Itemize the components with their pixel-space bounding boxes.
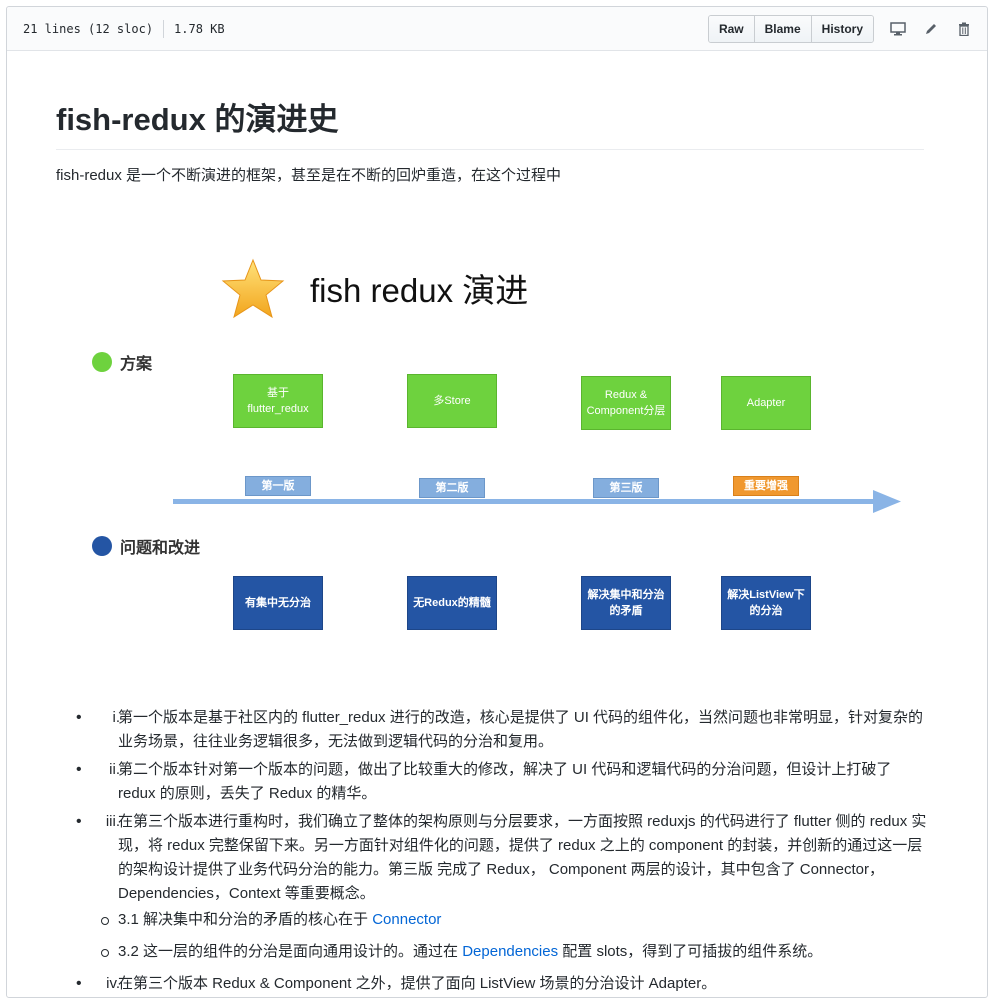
line-count: 21 lines (12 sloc) [23, 21, 154, 36]
list-text: 在第三个版本 Redux & Component 之外，提供了面向 ListVi… [118, 975, 717, 992]
plan-line: Redux & [604, 389, 648, 401]
plan-line: flutter_redux [247, 403, 309, 415]
connector-link[interactable]: Connector [372, 911, 441, 928]
blue-dot-icon [92, 536, 112, 556]
list-text: 第二个版本针对第一个版本的问题，做出了比较重大的修改，解决了 UI 代码和逻辑代… [118, 761, 892, 802]
sublist-item: 3.1 解决集中和分治的矛盾的核心在于 Connector [101, 908, 930, 932]
diagram-title: fish redux 演进 [310, 272, 529, 309]
markdown-body: fish-redux 的演进史 fish-redux 是一个不断演进的框架，甚至… [56, 100, 924, 188]
plan-box: 多Store [407, 374, 497, 428]
sublist-text-after: 配置 slots，得到了可插拔的组件系统。 [558, 943, 823, 960]
plan-box: Adapter [721, 376, 811, 430]
trash-icon[interactable] [951, 16, 977, 42]
file-size: 1.78 KB [174, 21, 225, 36]
issue-box: 解决集中和分治 的矛盾 [581, 576, 671, 630]
plan-line: 基于 [267, 387, 289, 399]
page-title: fish-redux 的演进史 [56, 100, 924, 150]
plan-box: 基于 flutter_redux [233, 374, 323, 428]
timeline-arrow [173, 490, 901, 513]
green-dot-icon [92, 352, 112, 372]
list-item: ii. 第二个版本针对第一个版本的问题，做出了比较重大的修改，解决了 UI 代码… [60, 758, 930, 806]
list-text: 在第三个版本进行重构时，我们确立了整体的架构原则与分层要求，一方面按照 redu… [118, 813, 927, 902]
section-issue-label: 问题和改进 [120, 540, 201, 557]
issue-line: 解决集中和分治 [587, 589, 665, 601]
evolution-diagram: fish redux 演进 方案 基于 flutter_redux 多Store … [75, 250, 915, 640]
file-info: 21 lines (12 sloc) 1.78 KB [23, 19, 225, 38]
plan-line: Component分层 [586, 405, 666, 417]
issue-line: 无Redux的精髓 [413, 597, 491, 609]
plan-line: Adapter [746, 397, 786, 409]
history-button[interactable]: History [810, 15, 873, 42]
pencil-icon[interactable] [918, 16, 944, 42]
issue-line: 的矛盾 [609, 605, 643, 617]
list-number: iii. [105, 813, 120, 830]
raw-button[interactable]: Raw [708, 15, 754, 42]
evolution-list: i. 第一个版本是基于社区内的 flutter_redux 进行的改造，核心是提… [60, 706, 930, 1000]
file-header: 21 lines (12 sloc) 1.78 KB Raw Blame His… [7, 7, 987, 51]
star-icon [221, 258, 285, 319]
dependencies-link[interactable]: Dependencies [462, 943, 558, 960]
sublist-text: 3.2 这一层的组件的分治是面向通用设计的。通过在 [118, 943, 463, 960]
divider [163, 19, 165, 38]
sublist-text: 3.1 解决集中和分治的矛盾的核心在于 [118, 911, 373, 928]
list-number: ii. [109, 761, 120, 778]
list-number: i. [112, 709, 121, 726]
plan-box: Redux & Component分层 [581, 376, 671, 430]
plan-line: 多Store [433, 395, 471, 407]
issue-box: 解决ListView下 的分治 [721, 576, 811, 630]
desktop-icon[interactable] [885, 16, 911, 42]
issue-line: 的分治 [749, 605, 783, 617]
section-issue: 问题和改进 [92, 534, 200, 558]
file-actions-group: Raw Blame History [707, 14, 874, 43]
section-plan: 方案 [92, 350, 152, 374]
sublist: 3.1 解决集中和分治的矛盾的核心在于 Connector 3.2 这一层的组件… [101, 908, 930, 964]
blame-button[interactable]: Blame [753, 15, 811, 42]
section-plan-label: 方案 [120, 356, 153, 373]
list-item: i. 第一个版本是基于社区内的 flutter_redux 进行的改造，核心是提… [60, 706, 930, 754]
issue-line: 有集中无分治 [245, 597, 311, 609]
list-item: iii. 在第三个版本进行重构时，我们确立了整体的架构原则与分层要求，一方面按照… [60, 810, 930, 964]
sublist-item: 3.2 这一层的组件的分治是面向通用设计的。通过在 Dependencies 配… [101, 940, 930, 964]
issue-line: 解决ListView下 [727, 589, 805, 601]
issue-box: 无Redux的精髓 [407, 576, 497, 630]
issue-box: 有集中无分治 [233, 576, 323, 630]
intro-paragraph: fish-redux 是一个不断演进的框架，甚至是在不断的回炉重造，在这个过程中 [56, 167, 562, 184]
list-text: 第一个版本是基于社区内的 flutter_redux 进行的改造，核心是提供了 … [118, 709, 924, 750]
